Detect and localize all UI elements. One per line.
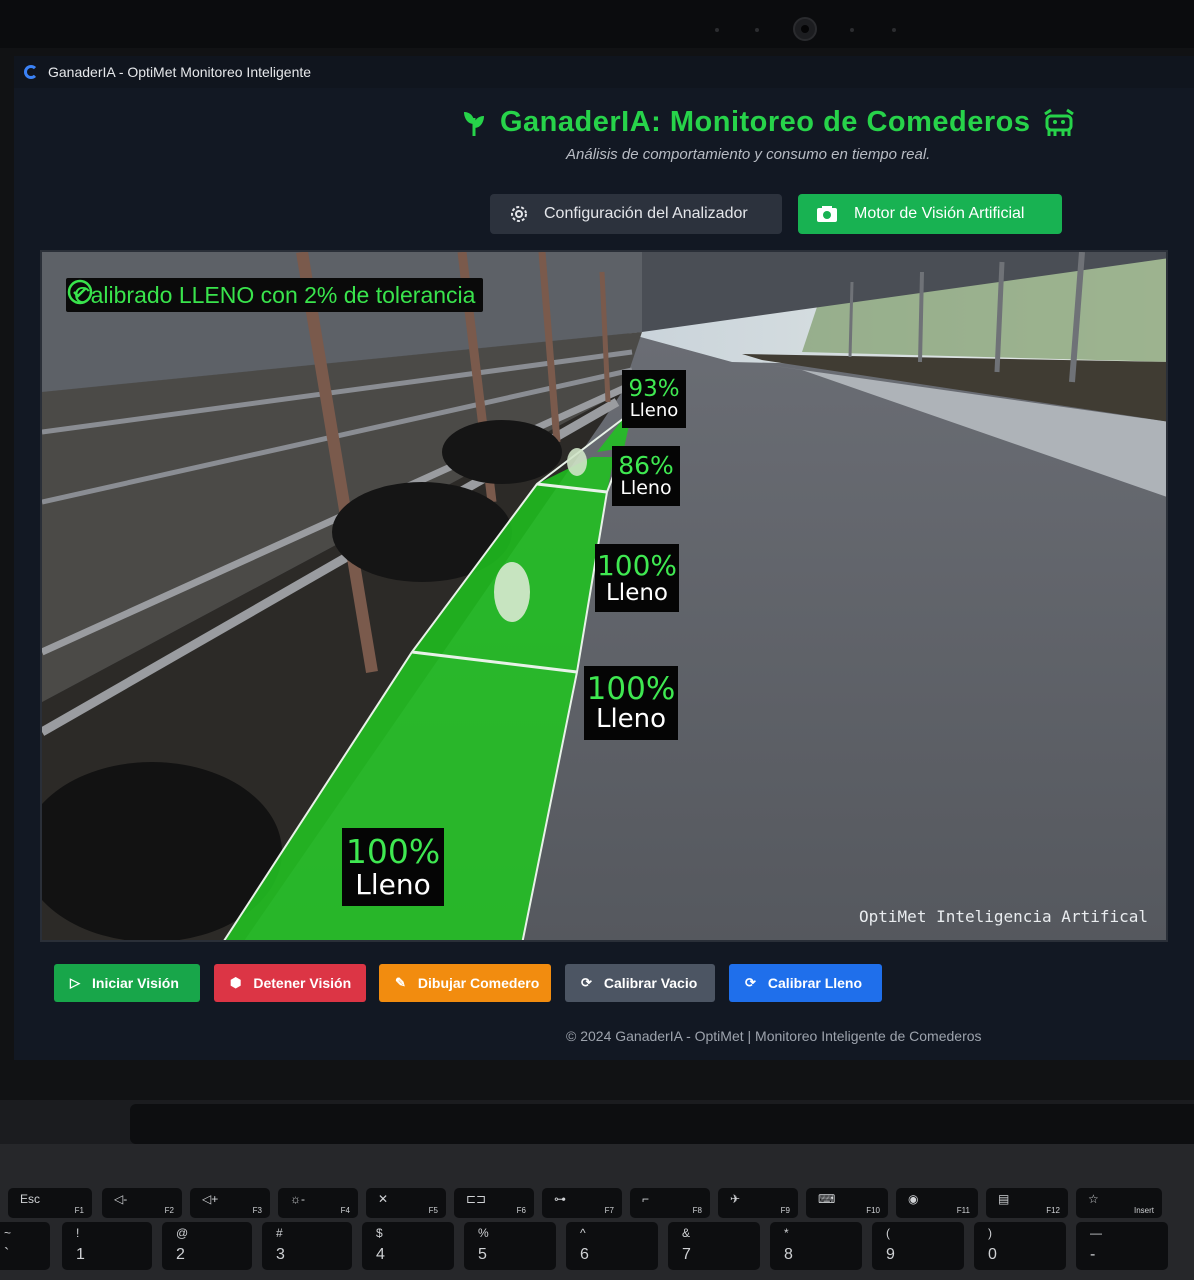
bezel-top [0,0,1194,48]
zone-percent: 93% [628,376,680,403]
key-f11[interactable]: ◉ F11 [896,1188,978,1218]
zone-percent: 100% [586,671,676,708]
key-f2[interactable]: ◁- F2 [102,1188,182,1218]
tab-analyzer-config[interactable]: Configuración del Analizador [490,194,782,234]
draw-feeder-label: Dibujar Comedero [417,975,540,991]
stop-vision-button[interactable]: ⬢ Detener Visión [214,964,366,1002]
cow-icon [1043,108,1074,136]
page-footer: © 2024 GanaderIA - OptiMet | Monitoreo I… [566,1028,982,1044]
page-title: GanaderIA: Monitoreo de Comederos [500,106,1031,138]
refresh-icon: ⟳ [745,975,756,990]
zone-status: Lleno [605,579,668,606]
calibrate-empty-button[interactable]: ⟳ Calibrar Vacio [565,964,715,1002]
zone-status: Lleno [355,867,431,901]
window-title: GanaderIA - OptiMet Monitoreo Inteligent… [48,64,312,80]
feed-watermark: OptiMet Inteligencia Artifical [859,907,1148,926]
sensor-dot [892,28,896,32]
zone-status: Lleno [595,703,667,734]
camera-icon [817,206,837,222]
key-7[interactable]: & 7 [668,1222,760,1270]
key-f12[interactable]: ▤ F12 [986,1188,1068,1218]
key-f7[interactable]: ⊶ F7 [542,1188,622,1218]
key-4[interactable]: $4 [362,1222,454,1270]
key-f3[interactable]: ◁+ F3 [190,1188,270,1218]
tab-analyzer-config-label: Configuración del Analizador [544,205,748,222]
window-titlebar: GanaderIA - OptiMet Monitoreo Inteligent… [14,56,1194,88]
calibrate-full-label: Calibrar Lleno [767,975,863,991]
key-1[interactable]: ! 1 [62,1222,152,1270]
key-f4[interactable]: ☼- F4 [278,1188,358,1218]
calibration-status: Calibrado LLENO con 2% de tolerancia [66,278,484,312]
sensor-dot [715,28,719,32]
page-subtitle: Análisis de comportamiento y consumo en … [566,146,931,163]
key-6[interactable]: ^ 6 [566,1222,658,1270]
zone-status: Lleno [629,399,679,421]
zone-fill-label: 86% Lleno [612,446,680,506]
key-0[interactable]: ) 0 [974,1222,1066,1270]
key-minus[interactable]: — - [1076,1222,1168,1270]
draw-feeder-button[interactable]: ✎ Dibujar Comedero [379,964,551,1002]
key-3[interactable]: #3 [262,1222,352,1270]
app-screen: GanaderIA - OptiMet Monitoreo Inteligent… [14,56,1194,1060]
key-f8[interactable]: ⌐ F8 [630,1188,710,1218]
sensor-dot [755,28,759,32]
sensor-dot [850,28,854,32]
gear-icon [511,206,527,222]
key-f6[interactable]: ⊏⊐ F6 [454,1188,534,1218]
zone-percent: 100% [596,549,678,583]
calibration-text: Calibrado LLENO con 2% de tolerancia [74,281,476,308]
plant-icon [464,111,484,136]
play-icon: ▷ [70,975,80,990]
zone-status: Lleno [620,477,672,500]
calibrate-empty-label: Calibrar Vacio [603,975,698,991]
page-header: GanaderIA: Monitoreo de Comederos [460,106,1077,139]
app-logo-icon [24,65,38,79]
key-insert[interactable]: ☆ Insert [1076,1188,1162,1218]
key-5[interactable]: % 5 [464,1222,556,1270]
zone-fill-label: 100% Lleno [342,828,444,906]
hinge-strip [130,1104,1194,1144]
key-esc[interactable]: Esc F1 [8,1188,92,1218]
calibrate-full-button[interactable]: ⟳ Calibrar Lleno [729,964,882,1002]
stop-vision-label: Detener Visión [253,975,352,991]
tab-vision-engine[interactable]: Motor de Visión Artificial [798,194,1062,234]
key-f9[interactable]: ✈ F9 [718,1188,798,1218]
stop-icon: ⬢ [230,975,242,990]
zone-fill-label: 100% Lleno [595,544,679,612]
key-2[interactable]: @2 [162,1222,252,1270]
start-vision-button[interactable]: ▷ Iniciar Visión [54,964,200,1002]
key-backtick[interactable]: ~ ` [0,1222,50,1270]
zone-fill-label: 93% Lleno [622,370,686,428]
video-feed[interactable]: Calibrado LLENO con 2% de tolerancia 93%… [40,250,1168,942]
key-9[interactable]: (9 [872,1222,964,1270]
key-8[interactable]: * 8 [770,1222,862,1270]
zone-percent: 86% [618,450,674,480]
refresh-icon: ⟳ [581,975,592,990]
key-f10[interactable]: ⌨ F10 [806,1188,888,1218]
tab-vision-engine-label: Motor de Visión Artificial [854,205,1025,222]
key-f5[interactable]: ✕ F5 [366,1188,446,1218]
pencil-icon: ✎ [395,975,406,990]
start-vision-label: Iniciar Visión [92,975,179,991]
webcam-icon [793,17,817,41]
check-circle-icon [67,279,93,305]
zone-percent: 100% [345,831,441,871]
zone-fill-label: 100% Lleno [584,666,678,740]
